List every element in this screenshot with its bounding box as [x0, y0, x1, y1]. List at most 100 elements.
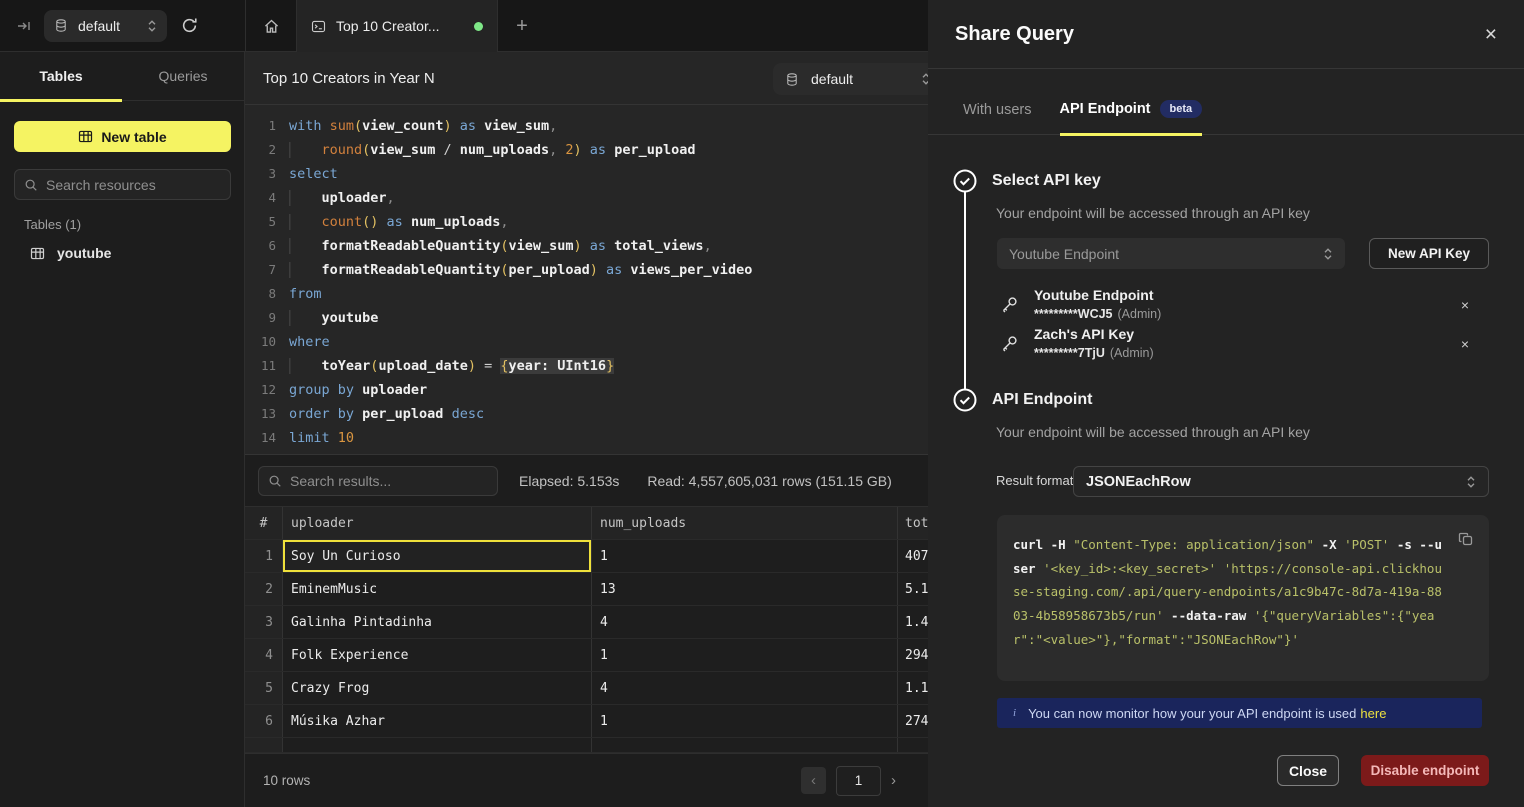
- table-cell[interactable]: Folk Experience: [283, 639, 592, 671]
- table-row: 6Músika Azhar1274: [245, 705, 928, 738]
- table-cell[interactable]: Soy Un Curioso: [283, 540, 592, 572]
- code-line[interactable]: 4 uploader,: [245, 186, 928, 210]
- table-cell[interactable]: EminemMusic: [283, 573, 592, 605]
- remove-key-icon[interactable]: ×: [1461, 336, 1469, 352]
- line-number: 3: [245, 162, 276, 186]
- table-cell[interactable]: Galinha Pintadinha: [283, 606, 592, 638]
- row-number: 3: [245, 606, 283, 638]
- sql-code[interactable]: 1with sum(view_count) as view_sum,2 roun…: [245, 105, 928, 455]
- code-line[interactable]: 8from: [245, 282, 928, 306]
- api-key-name: Youtube Endpoint: [1034, 287, 1154, 303]
- database-selector[interactable]: default: [44, 10, 167, 42]
- new-api-key-button[interactable]: New API Key: [1369, 238, 1489, 269]
- table-icon: [78, 129, 93, 144]
- code-line[interactable]: 6 formatReadableQuantity(view_sum) as to…: [245, 234, 928, 258]
- code-line[interactable]: 7 formatReadableQuantity(per_upload) as …: [245, 258, 928, 282]
- line-number: 7: [245, 258, 276, 282]
- code-line[interactable]: 12group by uploader: [245, 378, 928, 402]
- code-line[interactable]: 14limit 10: [245, 426, 928, 450]
- editor-database-selector[interactable]: default: [773, 63, 928, 95]
- line-number: 13: [245, 402, 276, 426]
- sidebar-item-youtube[interactable]: youtube: [14, 238, 231, 268]
- code-line[interactable]: 5 count() as num_uploads,: [245, 210, 928, 234]
- table-cell[interactable]: 1: [592, 705, 898, 737]
- tables-section-header: Tables (1): [24, 217, 81, 232]
- share-panel-title: Share Query: [955, 23, 1074, 46]
- tab-with-users[interactable]: With users: [963, 102, 1032, 134]
- results-search-input[interactable]: [290, 473, 488, 489]
- line-number: 9: [245, 306, 276, 330]
- code-line[interactable]: 11 toYear(upload_date) = {year: UInt16}: [245, 354, 928, 378]
- sidebar-search-input[interactable]: [46, 177, 221, 193]
- terminal-icon: [311, 19, 326, 34]
- tab-api-endpoint[interactable]: API Endpoint beta: [1060, 100, 1203, 136]
- step-connector-line: [964, 192, 966, 389]
- code-line[interactable]: 2 round(view_sum / num_uploads, 2) as pe…: [245, 138, 928, 162]
- table-cell[interactable]: 274: [898, 705, 928, 737]
- column-header[interactable]: uploader: [283, 507, 592, 539]
- step-check-icon: [953, 169, 977, 193]
- table-cell[interactable]: Músika Azhar: [283, 705, 592, 737]
- new-tab-button[interactable]: +: [498, 0, 546, 52]
- result-format-value: JSONEachRow: [1086, 474, 1466, 490]
- query-title: Top 10 Creators in Year N: [263, 70, 435, 87]
- code-line[interactable]: 9 youtube: [245, 306, 928, 330]
- table-cell[interactable]: 294: [898, 639, 928, 671]
- row-number: 4: [245, 639, 283, 671]
- table-cell[interactable]: 1: [592, 540, 898, 572]
- share-panel-header: Share Query ×: [928, 0, 1524, 69]
- api-key-role: (Admin): [1118, 307, 1162, 321]
- sidebar-search[interactable]: [14, 169, 231, 200]
- table-cell[interactable]: 1.4: [898, 606, 928, 638]
- column-header[interactable]: num_uploads: [592, 507, 898, 539]
- column-header[interactable]: tot: [898, 507, 928, 539]
- query-tab[interactable]: Top 10 Creator...: [297, 0, 498, 52]
- table-cell[interactable]: 4: [592, 672, 898, 704]
- table-cell[interactable]: 4: [592, 606, 898, 638]
- banner-text: You can now monitor how your your API en…: [1028, 706, 1356, 721]
- code-line[interactable]: 1with sum(view_count) as view_sum,: [245, 114, 928, 138]
- prev-page-button[interactable]: ‹: [801, 767, 826, 794]
- table-cell[interactable]: 407: [898, 540, 928, 572]
- close-icon[interactable]: ×: [1485, 24, 1497, 45]
- query-tab-label: Top 10 Creator...: [336, 18, 440, 34]
- code-line[interactable]: 3select: [245, 162, 928, 186]
- close-button[interactable]: Close: [1277, 755, 1339, 786]
- copy-button[interactable]: [1458, 531, 1474, 547]
- results-search[interactable]: [258, 466, 498, 496]
- table-cell[interactable]: 1: [592, 639, 898, 671]
- code-line[interactable]: 13order by per_upload desc: [245, 402, 928, 426]
- home-button[interactable]: [246, 0, 297, 52]
- current-page[interactable]: 1: [836, 766, 881, 796]
- banner-here-link[interactable]: here: [1360, 706, 1386, 721]
- unsaved-status-dot: [474, 22, 483, 31]
- new-table-button[interactable]: New table: [14, 121, 231, 152]
- tab-tables[interactable]: Tables: [0, 52, 122, 100]
- table-cell[interactable]: 5.1: [898, 573, 928, 605]
- sidebar-collapse-button[interactable]: [16, 18, 32, 34]
- result-format-dropdown[interactable]: JSONEachRow: [1073, 466, 1489, 497]
- line-number: 1: [245, 114, 276, 138]
- api-key-dropdown[interactable]: Youtube Endpoint: [997, 238, 1345, 269]
- beta-badge: beta: [1160, 100, 1203, 118]
- row-number: 5: [245, 672, 283, 704]
- remove-key-icon[interactable]: ×: [1461, 297, 1469, 313]
- sidebar-tabs: Tables Queries: [0, 52, 244, 101]
- curl-command-block[interactable]: curl -H "Content-Type: application/json"…: [997, 515, 1489, 681]
- code-line[interactable]: 10where: [245, 330, 928, 354]
- share-panel-tabs: With users API Endpoint beta: [928, 69, 1524, 135]
- table-cell[interactable]: 13: [592, 573, 898, 605]
- tab-queries[interactable]: Queries: [122, 52, 244, 100]
- disable-endpoint-button[interactable]: Disable endpoint: [1361, 755, 1489, 786]
- chevron-updown-icon: [1466, 475, 1476, 489]
- key-icon: [999, 295, 1025, 315]
- column-header[interactable]: #: [245, 507, 283, 539]
- editor-header: Top 10 Creators in Year N default: [245, 52, 928, 105]
- next-page-button[interactable]: ›: [891, 772, 896, 789]
- line-number: 4: [245, 186, 276, 210]
- table-cell[interactable]: Crazy Frog: [283, 672, 592, 704]
- line-number: 12: [245, 378, 276, 402]
- refresh-button[interactable]: [181, 17, 198, 34]
- table-cell[interactable]: 1.1: [898, 672, 928, 704]
- chevron-updown-icon: [921, 72, 928, 86]
